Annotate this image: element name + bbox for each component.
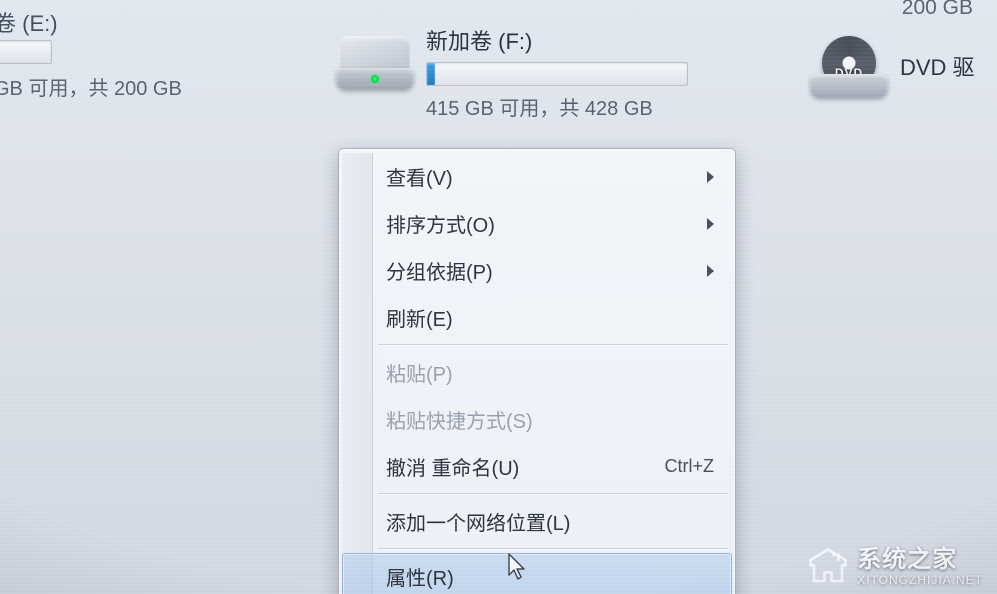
drive-e-usage-bar — [0, 40, 52, 64]
drive-f-name: 新加卷 (F:) — [426, 24, 688, 56]
partial-size-text: 200 GB — [902, 0, 973, 20]
explorer-drives-view: 200 GB 卷 (E:) GB 可用，共 200 GB 新加卷 (F:) 41… — [0, 0, 997, 594]
context-menu-separator — [378, 493, 728, 495]
watermark-title: 系统之家 — [857, 547, 983, 573]
dvd-drive-icon: DVD — [810, 32, 888, 98]
submenu-arrow-icon — [707, 218, 714, 230]
watermark-sub: XITONGZHIJIA.NET — [857, 574, 983, 587]
ctx-group-by-label: 分组依据(P) — [386, 256, 493, 285]
ctx-paste-shortcut: 粘贴快捷方式(S) — [342, 396, 732, 443]
watermark: 系统之家 XITONGZHIJIA.NET — [807, 546, 983, 588]
ctx-view[interactable]: 查看(V) — [342, 153, 732, 200]
drive-dvd-tile[interactable]: DVD DVD 驱 — [810, 22, 975, 98]
ctx-sort-by-label: 排序方式(O) — [386, 209, 495, 238]
ctx-view-label: 查看(V) — [386, 162, 453, 191]
ctx-add-network-location-label: 添加一个网络位置(L) — [386, 507, 570, 536]
drive-f-sub: 415 GB 可用，共 428 GB — [426, 92, 688, 121]
watermark-logo-icon — [807, 546, 849, 588]
ctx-refresh[interactable]: 刷新(E) — [342, 294, 732, 341]
ctx-paste-shortcut-label: 粘贴快捷方式(S) — [386, 405, 533, 434]
drive-e-sub-partial: GB 可用，共 200 GB — [0, 72, 182, 101]
drive-f-usage-bar — [426, 62, 688, 86]
ctx-group-by[interactable]: 分组依据(P) — [342, 247, 732, 294]
drive-f-tile[interactable]: 新加卷 (F:) 415 GB 可用，共 428 GB — [336, 18, 688, 121]
drive-dvd-name: DVD 驱 — [900, 50, 975, 82]
ctx-properties[interactable]: 属性(R) — [342, 553, 732, 594]
hdd-icon — [336, 30, 414, 90]
ctx-paste: 粘贴(P) — [342, 349, 732, 396]
ctx-sort-by[interactable]: 排序方式(O) — [342, 200, 732, 247]
ctx-refresh-label: 刷新(E) — [386, 303, 453, 332]
drive-f-usage-fill — [427, 63, 435, 85]
submenu-arrow-icon — [707, 265, 714, 277]
context-menu-separator — [378, 548, 728, 550]
ctx-undo-rename-label: 撤消 重命名(U) — [386, 452, 519, 481]
context-menu: 查看(V) 排序方式(O) 分组依据(P) 刷新(E) 粘贴(P) 粘贴快捷方式… — [338, 148, 736, 594]
drive-e-name-partial: 卷 (E:) — [0, 6, 58, 38]
submenu-arrow-icon — [707, 171, 714, 183]
ctx-undo-rename-accel: Ctrl+Z — [665, 456, 715, 477]
ctx-paste-label: 粘贴(P) — [386, 358, 453, 387]
context-menu-separator — [378, 344, 728, 346]
ctx-add-network-location[interactable]: 添加一个网络位置(L) — [342, 498, 732, 545]
ctx-properties-label: 属性(R) — [386, 562, 454, 591]
ctx-undo-rename[interactable]: 撤消 重命名(U) Ctrl+Z — [342, 443, 732, 490]
